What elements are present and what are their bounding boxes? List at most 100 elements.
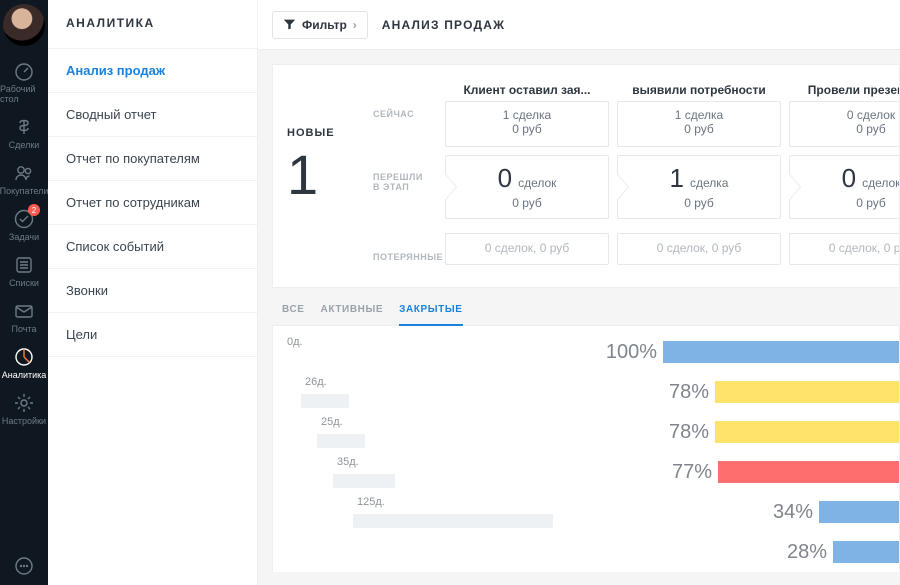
funnel-bar — [819, 501, 899, 523]
stage-now-tile[interactable]: 1 сделка0 руб — [617, 101, 781, 147]
row-now-label: СЕЙЧАС — [373, 109, 445, 119]
analytics-icon — [13, 346, 35, 368]
moved-count: 0 — [842, 163, 856, 194]
settings-icon — [13, 392, 35, 414]
dollar-icon — [13, 116, 35, 138]
sidebar-item-2[interactable]: Отчет по покупателям — [48, 137, 257, 181]
stage-lost-tile[interactable]: 0 сделок, 0 руб — [445, 233, 609, 265]
nav-item-7[interactable]: Настройки — [0, 386, 48, 432]
funnel-pct: 77% — [672, 461, 712, 484]
funnel-bar — [663, 341, 899, 363]
funnel-chart: 0д. 100% 26д. 78% 25д. 78% 35д. 77% 125д.34%28% — [272, 326, 900, 572]
stage-0: Клиент оставил зая...1 сделка0 руб0сдело… — [445, 83, 609, 271]
lost-text: 0 сделок, 0 руб — [657, 241, 742, 255]
now-rub: 0 руб — [618, 122, 780, 136]
nav-label: Сделки — [9, 140, 40, 150]
funnel-bar — [718, 461, 899, 483]
new-count: 1 — [287, 147, 373, 203]
new-column: НОВЫЕ 1 — [287, 83, 373, 271]
mail-icon — [13, 300, 35, 322]
funnel-step — [353, 514, 553, 528]
filter-label: Фильтр — [302, 18, 347, 32]
funnel-step — [301, 394, 349, 408]
funnel-days: 25д. — [321, 416, 343, 428]
nav-label: Покупатели — [0, 186, 48, 196]
tab-2[interactable]: ЗАКРЫТЫЕ — [399, 304, 462, 326]
funnel-row-4: 125д.34% — [283, 492, 899, 532]
moved-rub: 0 руб — [618, 196, 780, 210]
nav-label: Почта — [12, 324, 37, 334]
funnel-days: 0д. — [287, 336, 303, 348]
row-labels: СЕЙЧАС ПЕРЕШЛИ В ЭТАП ПОТЕРЯННЫЕ — [373, 83, 445, 271]
moved-unit: сделок — [862, 176, 899, 190]
row-moved-label-1: ПЕРЕШЛИ — [373, 172, 445, 182]
sidebar-item-5[interactable]: Звонки — [48, 269, 257, 313]
stage-1: выявили потребности1 сделка0 руб1сделка0… — [617, 83, 781, 271]
funnel-bar — [833, 541, 899, 563]
funnel-pct: 34% — [773, 501, 813, 524]
sidebar-item-3[interactable]: Отчет по сотрудникам — [48, 181, 257, 225]
nav-item-2[interactable]: Покупатели — [0, 156, 48, 202]
funnel-icon — [283, 18, 296, 31]
tab-0[interactable]: ВСЕ — [282, 304, 305, 319]
nav-item-6[interactable]: Аналитика — [0, 340, 48, 386]
page-title: АНАЛИЗ ПРОДАЖ — [382, 18, 505, 32]
nav-badge: 2 — [28, 204, 40, 216]
sidebar-item-6[interactable]: Цели — [48, 313, 257, 357]
funnel-pct: 78% — [669, 381, 709, 404]
nav-chat[interactable] — [0, 549, 48, 585]
stage-now-tile[interactable]: 0 сделок0 руб — [789, 101, 899, 147]
main: Фильтр › АНАЛИЗ ПРОДАЖ НОВЫЕ 1 СЕЙЧАС ПЕ… — [258, 0, 900, 585]
funnel-days: 35д. — [337, 456, 359, 468]
nav-item-0[interactable]: Рабочий стол — [0, 54, 48, 110]
chevron-right-icon: › — [353, 18, 357, 32]
nav-item-5[interactable]: Почта — [0, 294, 48, 340]
filter-button[interactable]: Фильтр › — [272, 11, 368, 39]
nav-label: Задачи — [9, 232, 39, 242]
funnel-row-2: 25д. 78% — [283, 412, 899, 452]
funnel-step — [333, 474, 395, 488]
stage-lost-tile[interactable]: 0 сделок, 0 руб — [617, 233, 781, 265]
moved-rub: 0 руб — [446, 196, 608, 210]
nav-item-4[interactable]: Списки — [0, 248, 48, 294]
nav-label: Настройки — [2, 416, 46, 426]
stage-2: Провели презентац...0 сделок0 руб0сделок… — [789, 83, 899, 271]
nav-item-3[interactable]: Задачи 2 — [0, 202, 48, 248]
chat-icon — [13, 555, 35, 577]
funnel-pct: 78% — [669, 421, 709, 444]
stage-moved-tile[interactable]: 0сделок0 руб — [445, 155, 609, 219]
now-rub: 0 руб — [446, 122, 608, 136]
funnel-row-0: 0д. 100% — [283, 332, 899, 372]
nav-label: Списки — [9, 278, 39, 288]
stage-title: Провели презентац... — [789, 83, 899, 101]
users-icon — [13, 162, 35, 184]
funnel-row-1: 26д. 78% — [283, 372, 899, 412]
pipeline-card: НОВЫЕ 1 СЕЙЧАС ПЕРЕШЛИ В ЭТАП ПОТЕРЯННЫЕ… — [272, 64, 900, 288]
sidebar: АНАЛИТИКА Анализ продажСводный отчетОтче… — [48, 0, 258, 585]
lost-text: 0 сделок, 0 руб — [829, 241, 899, 255]
sidebar-title: АНАЛИТИКА — [48, 0, 257, 49]
stage-moved-tile[interactable]: 1сделка0 руб — [617, 155, 781, 219]
funnel-tabs: ВСЕ АКТИВНЫЕ ЗАКРЫТЫЕ — [272, 304, 900, 326]
row-moved-label-2: В ЭТАП — [373, 182, 445, 192]
sidebar-item-0[interactable]: Анализ продаж — [48, 49, 257, 93]
nav-rail: Рабочий стол Сделки Покупатели Задачи 2 Списк… — [0, 0, 48, 585]
sidebar-item-1[interactable]: Сводный отчет — [48, 93, 257, 137]
stage-lost-tile[interactable]: 0 сделок, 0 руб — [789, 233, 899, 265]
moved-unit: сделок — [518, 176, 556, 190]
gauge-icon — [13, 60, 35, 82]
sidebar-item-4[interactable]: Список событий — [48, 225, 257, 269]
stage-now-tile[interactable]: 1 сделка0 руб — [445, 101, 609, 147]
funnel-days: 26д. — [305, 376, 327, 388]
funnel-row-3: 35д. 77% — [283, 452, 899, 492]
tab-1[interactable]: АКТИВНЫЕ — [321, 304, 384, 319]
stage-moved-tile[interactable]: 0сделок0 руб — [789, 155, 899, 219]
funnel-row-5: 28% — [283, 532, 899, 572]
row-lost-label: ПОТЕРЯННЫЕ — [373, 252, 445, 262]
avatar[interactable] — [3, 4, 45, 46]
funnel-pct: 100% — [606, 341, 657, 364]
nav-item-1[interactable]: Сделки — [0, 110, 48, 156]
moved-unit: сделка — [690, 176, 728, 190]
now-deals: 0 сделок — [790, 108, 899, 122]
now-rub: 0 руб — [790, 122, 899, 136]
